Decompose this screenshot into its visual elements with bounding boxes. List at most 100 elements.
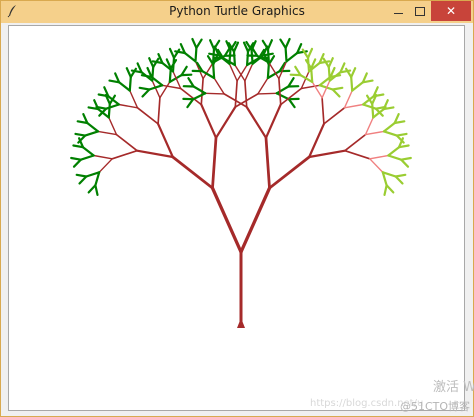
tree-branch [157, 122, 174, 159]
tree-branch [136, 106, 159, 125]
tree-branch [323, 106, 346, 125]
tree-branch [344, 133, 367, 152]
leaf-branch [275, 92, 290, 101]
tree-branch [211, 136, 218, 190]
leaf-branch [306, 47, 314, 59]
leaf-branch [232, 50, 236, 67]
leaf-branch [331, 88, 341, 98]
turtle-window: Python Turtle Graphics ✕ [0, 0, 474, 417]
leaf-branch [78, 175, 88, 185]
close-icon: ✕ [445, 4, 457, 18]
leaf-branch [75, 173, 88, 178]
leaf-branch [394, 173, 407, 178]
tree-branch [239, 186, 272, 254]
leaf-branch [371, 102, 375, 119]
tree-branch [369, 158, 384, 174]
leaf-branch [279, 38, 287, 49]
leaf-branch [195, 38, 203, 49]
tree-branch [97, 130, 118, 136]
leaf-branch [350, 75, 354, 92]
tree-branch [300, 84, 321, 90]
tree-branch [245, 105, 268, 139]
leaf-branch [187, 77, 195, 88]
leaf-branch [400, 158, 410, 168]
leaf-branch [266, 48, 270, 64]
tree-branch [364, 130, 385, 136]
tree-branch [308, 122, 325, 159]
leaf-branch [81, 146, 95, 157]
leaf-branch [148, 57, 155, 69]
leaf-branch [284, 37, 291, 49]
leaf-branch [350, 67, 357, 79]
maximize-icon [415, 6, 425, 16]
leaf-branch [400, 156, 412, 161]
tree-branch [364, 116, 374, 136]
tree-branch [369, 154, 389, 160]
tree-branch [257, 92, 278, 95]
leaf-branch [125, 67, 132, 79]
tree-branch [210, 186, 243, 254]
tree-branch [268, 155, 311, 190]
minimize-button[interactable] [387, 1, 409, 21]
tree-branch [278, 77, 282, 106]
tree-branch [264, 103, 282, 139]
tree-branch [244, 80, 248, 108]
leaf-branch [387, 154, 403, 161]
tree-branch [213, 77, 225, 95]
leaf-branch [83, 130, 100, 137]
leaf-branch [266, 63, 270, 80]
leaf-branch [86, 121, 100, 133]
leaf-branch [87, 184, 97, 194]
tree-branch [136, 149, 174, 159]
tree-branch [118, 103, 139, 109]
tree-branch [321, 96, 325, 125]
leaf-branch [104, 103, 121, 110]
leaf-branch [362, 103, 377, 110]
leaf-branch [194, 46, 198, 63]
leaf-branch [117, 81, 131, 92]
leaf-branch [183, 51, 197, 63]
tree-branch [343, 89, 353, 109]
leaf-branch [285, 51, 299, 63]
leaf-branch [191, 37, 198, 49]
leaf-branch [141, 88, 151, 98]
tree-branch [204, 92, 225, 95]
tree-branch [161, 84, 182, 90]
close-button[interactable]: ✕ [431, 1, 471, 21]
tree-branch [108, 116, 118, 136]
leaf-branch [138, 86, 151, 91]
tree-branch [98, 158, 113, 174]
leaf-branch [287, 77, 295, 88]
leaf-branch [266, 39, 273, 51]
leaf-branch [250, 49, 254, 65]
leaf-branch [310, 67, 314, 84]
leaf-branch [209, 39, 216, 51]
brand-watermark: @51CTO博客 [400, 400, 471, 413]
leaf-branch [107, 102, 111, 119]
leaf-branch [192, 92, 207, 101]
title-bar[interactable]: Python Turtle Graphics ✕ [1, 1, 473, 23]
leaf-branch [171, 56, 176, 73]
leaf-branch [79, 154, 95, 161]
leaf-branch [351, 81, 364, 92]
leaf-branch [327, 65, 331, 82]
turtle-canvas[interactable] [8, 25, 465, 411]
tree-branch [111, 149, 138, 160]
leaf-branch [387, 146, 401, 157]
leaf-branch [74, 132, 87, 137]
tree-branch [308, 149, 346, 159]
fractal-tree-drawing [70, 37, 412, 328]
maximize-button[interactable] [409, 1, 431, 21]
leaf-branch [394, 175, 404, 185]
leaf-branch [385, 184, 395, 194]
leaf-branch [395, 132, 408, 137]
tree-branch [115, 133, 138, 152]
leaf-branch [212, 63, 216, 80]
tree-branch [257, 77, 269, 95]
leaf-branch [128, 75, 132, 92]
leaf-branch [70, 156, 82, 161]
activate-windows-watermark: 激活 W [433, 380, 474, 395]
leaf-branch [192, 85, 207, 95]
leaf-branch [382, 121, 396, 133]
leaf-branch [246, 50, 250, 67]
